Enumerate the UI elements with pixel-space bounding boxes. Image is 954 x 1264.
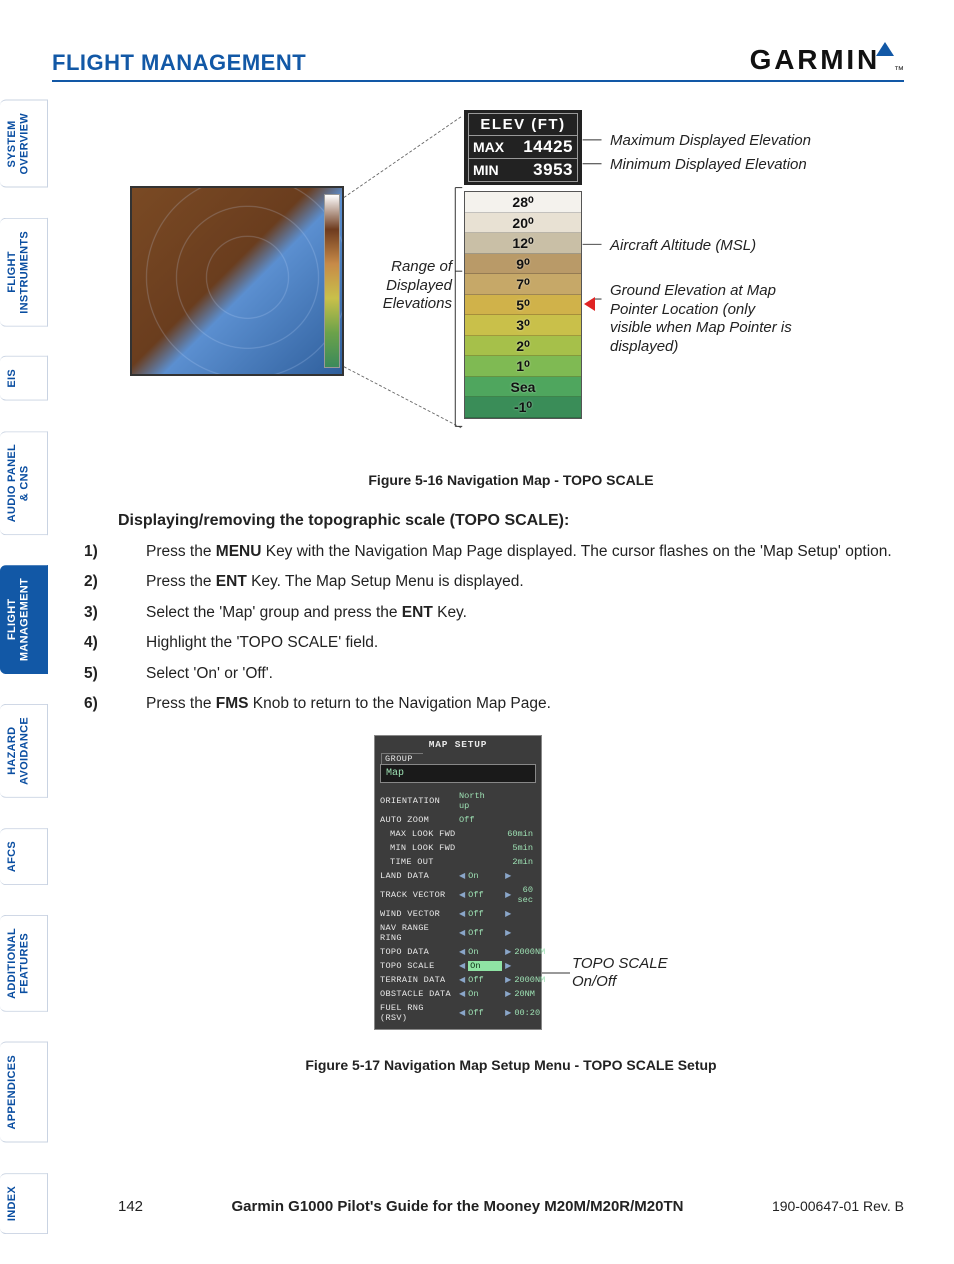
setup-row: FUEL RNG (RSV)◀Off▶00:20 — [375, 1001, 541, 1025]
setup-row: TRACK VECTOR◀Off▶60 sec — [375, 883, 541, 907]
procedure-step: 5)Select 'On' or 'Off'. — [152, 664, 904, 684]
setup-row: AUTO ZOOMOff — [375, 813, 541, 827]
ground-elev-pointer-icon — [584, 297, 595, 311]
elev-band: 7⁰ — [465, 274, 581, 295]
elev-band: 12⁰ — [465, 233, 581, 254]
setup-row: OBSTACLE DATA◀On▶20NM — [375, 987, 541, 1001]
callout-leader — [542, 963, 572, 983]
garmin-triangle-icon — [876, 42, 894, 56]
elev-band: 5⁰ — [465, 295, 581, 316]
nav-map-thumbnail — [130, 186, 344, 376]
elev-band: 20⁰ — [465, 213, 581, 234]
annot-max: Maximum Displayed Elevation — [610, 132, 811, 151]
elev-max-row: MAX 14425 — [468, 136, 578, 159]
tab-system-overview[interactable]: SYSTEM OVERVIEW — [0, 100, 48, 188]
guide-title: Garmin G1000 Pilot's Guide for the Moone… — [231, 1198, 683, 1215]
tab-afcs[interactable]: AFCS — [0, 828, 48, 885]
elev-header: ELEV (FT) MAX 14425 MIN 3953 — [464, 110, 582, 185]
section-tabs: SYSTEM OVERVIEW FLIGHT INSTRUMENTS EIS AUDI… — [0, 100, 48, 1264]
nav-map-scale-strip — [324, 194, 340, 368]
figure-5-16-caption: Figure 5-16 Navigation Map - TOPO SCALE — [118, 472, 904, 488]
elev-band: 28⁰ — [465, 192, 581, 213]
setup-row: MIN LOOK FWD5min — [375, 841, 541, 855]
setup-row: LAND DATA◀On▶ — [375, 869, 541, 883]
annot-ground-elev: Ground Elevation at Map Pointer Location… — [610, 282, 830, 356]
setup-row: NAV RANGE RING◀Off▶ — [375, 921, 541, 945]
figure-5-16: Range of Displayed Elevations ELEV (FT) … — [118, 110, 904, 460]
setup-row: TIME OUT2min — [375, 855, 541, 869]
annot-aircraft-alt: Aircraft Altitude (MSL) — [610, 237, 756, 256]
tab-additional-features[interactable]: ADDITIONAL FEATURES — [0, 915, 48, 1012]
elevation-gradient: 28⁰20⁰12⁰9⁰7⁰5⁰3⁰2⁰1⁰Sea-1⁰ — [464, 191, 582, 419]
doc-revision: 190-00647-01 Rev. B — [772, 1198, 904, 1214]
elev-band: Sea — [465, 377, 581, 398]
setup-row: TERRAIN DATA◀Off▶2000NM — [375, 973, 541, 987]
group-value: Map — [380, 764, 536, 783]
tab-appendices[interactable]: APPENDICES — [0, 1042, 48, 1143]
figure-5-17: MAP SETUP GROUP Map ORIENTATIONNorth upA… — [118, 735, 904, 1055]
tab-eis[interactable]: EIS — [0, 356, 48, 401]
setup-row: TOPO SCALE◀On▶ — [375, 959, 541, 973]
setup-row: MAX LOOK FWD60min — [375, 827, 541, 841]
section-title: FLIGHT MANAGEMENT — [52, 50, 306, 76]
map-setup-panel: MAP SETUP GROUP Map ORIENTATIONNorth upA… — [374, 735, 542, 1030]
page-number: 142 — [118, 1198, 143, 1215]
procedure-step: 4)Highlight the 'TOPO SCALE' field. — [152, 633, 904, 653]
tab-index[interactable]: INDEX — [0, 1173, 48, 1234]
elev-band: 3⁰ — [465, 315, 581, 336]
figure-5-17-caption: Figure 5-17 Navigation Map Setup Menu - … — [118, 1057, 904, 1073]
procedure-step: 1)Press the MENU Key with the Navigation… — [152, 542, 904, 562]
tab-flight-management[interactable]: FLIGHT MANAGEMENT — [0, 565, 48, 674]
setup-row: TOPO DATA◀On▶2000NM — [375, 945, 541, 959]
tab-flight-instruments[interactable]: FLIGHT INSTRUMENTS — [0, 218, 48, 327]
annot-range: Range of Displayed Elevations — [350, 258, 452, 314]
elev-band: 2⁰ — [465, 336, 581, 357]
annot-min: Minimum Displayed Elevation — [610, 156, 807, 175]
procedure-step: 3)Select the 'Map' group and press the E… — [152, 603, 904, 623]
tab-hazard-avoidance[interactable]: HAZARD AVOIDANCE — [0, 704, 48, 798]
tab-audio-panel-cns[interactable]: AUDIO PANEL & CNS — [0, 431, 48, 535]
procedure-step: 6)Press the FMS Knob to return to the Na… — [152, 694, 904, 714]
annot-topo-scale-callout: TOPO SCALE On/Off — [572, 955, 668, 992]
setup-row: WIND VECTOR◀Off▶ — [375, 907, 541, 921]
setup-row: ORIENTATIONNorth up — [375, 789, 541, 813]
procedure-step: 2)Press the ENT Key. The Map Setup Menu … — [152, 572, 904, 592]
elev-band: 1⁰ — [465, 356, 581, 377]
garmin-logo: GARMIN ™ — [750, 42, 904, 76]
procedure-title: Displaying/removing the topographic scal… — [118, 512, 904, 530]
elev-band: -1⁰ — [465, 397, 581, 418]
procedure-steps: 1)Press the MENU Key with the Navigation… — [118, 542, 904, 715]
elev-min-row: MIN 3953 — [468, 159, 578, 182]
elev-band: 9⁰ — [465, 254, 581, 275]
